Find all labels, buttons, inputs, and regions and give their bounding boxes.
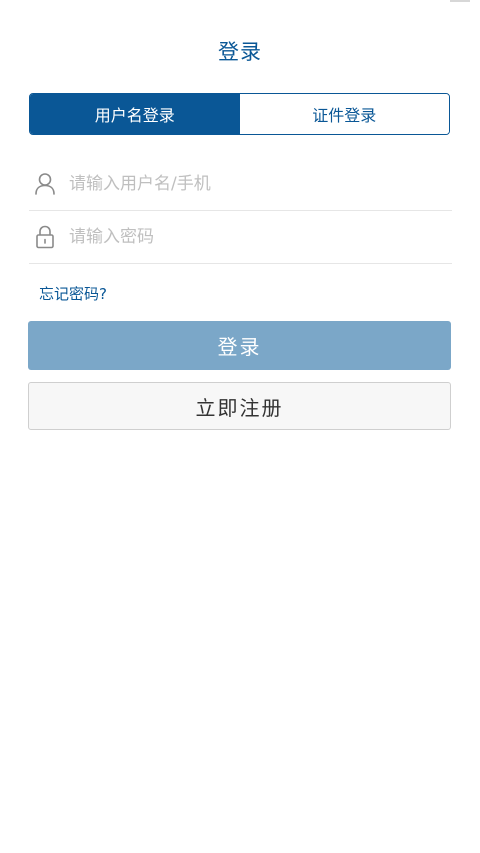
login-mode-tabs: 用户名登录 证件登录 [29, 93, 450, 135]
login-button[interactable]: 登录 [28, 321, 451, 370]
password-field [29, 211, 452, 264]
login-page: 登录 用户名登录 证件登录 忘记密码? 登录 立即注册 [0, 0, 480, 853]
password-input[interactable] [67, 226, 431, 248]
username-field [29, 158, 452, 211]
register-button[interactable]: 立即注册 [28, 382, 451, 430]
page-title: 登录 [218, 40, 262, 64]
lock-icon [31, 223, 59, 251]
tab-id-login[interactable]: 证件登录 [239, 94, 449, 134]
user-icon [31, 170, 59, 198]
username-input[interactable] [67, 173, 431, 195]
status-indicator [450, 0, 470, 2]
forgot-password-link[interactable]: 忘记密码? [39, 283, 107, 304]
tab-username-login[interactable]: 用户名登录 [30, 94, 240, 134]
